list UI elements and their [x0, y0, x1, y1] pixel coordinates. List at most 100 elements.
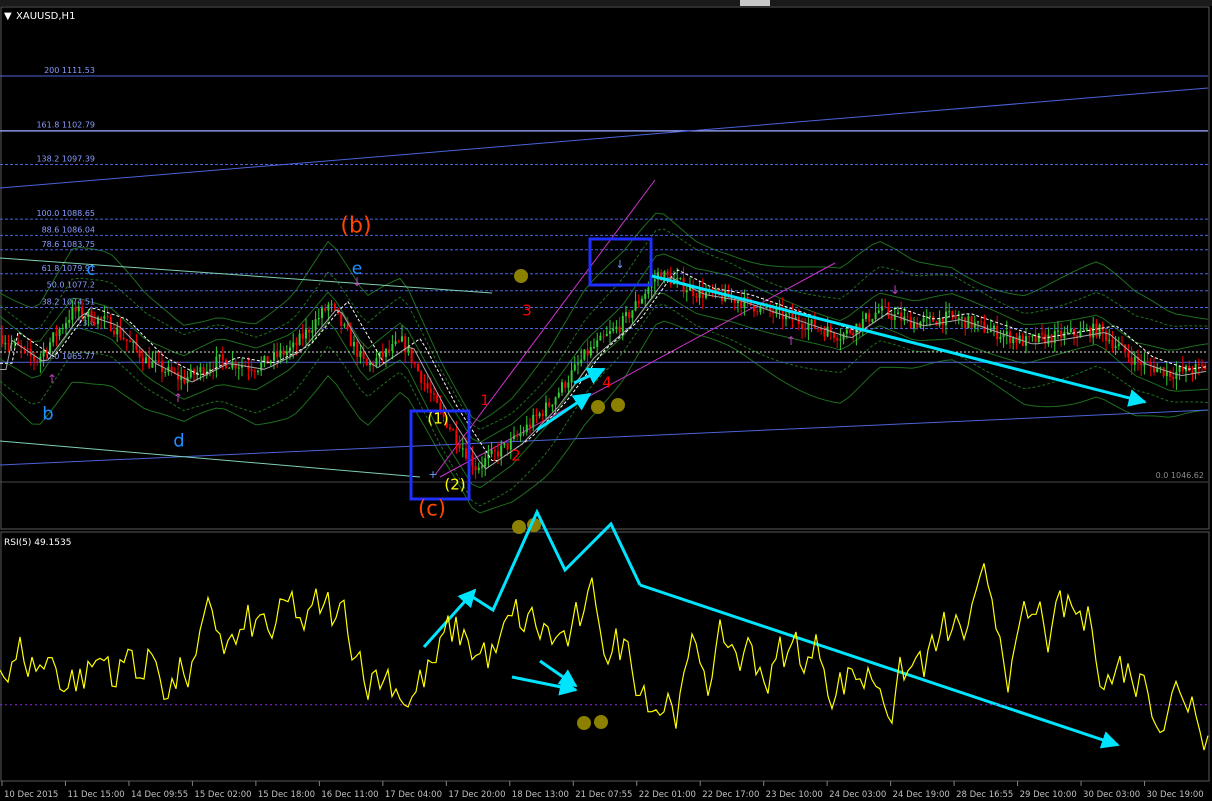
candle-body [813, 319, 816, 329]
x-tick-label: 11 Dec 15:00 [67, 790, 124, 800]
candle-body [977, 321, 979, 323]
candle-body [1, 335, 3, 345]
candle-body [276, 352, 279, 358]
candle-body [340, 313, 343, 326]
x-tick-label: 15 Dec 02:00 [194, 790, 251, 800]
candle-body [385, 349, 387, 357]
scroll-thumb[interactable] [740, 0, 770, 6]
candle-body [301, 333, 304, 339]
candle-body [269, 360, 272, 364]
candle-body [871, 319, 874, 322]
candle-body [868, 313, 871, 322]
wave-label: b [42, 403, 53, 424]
candle-body [314, 319, 317, 331]
fib-label: 161.8 1102.79 [36, 121, 95, 130]
candle-body [503, 443, 506, 446]
candle-body [189, 369, 192, 378]
candle-body [621, 316, 624, 333]
candle-body [1009, 331, 1011, 344]
candle-body [426, 383, 429, 389]
fib-label: 100.0 1088.65 [36, 209, 95, 218]
candle-body [948, 311, 951, 313]
candle-body [109, 316, 112, 331]
candle-body [1025, 336, 1027, 346]
candle-body [375, 358, 378, 366]
candle-body [545, 402, 547, 417]
candle-body [1089, 328, 1091, 338]
candle-body [465, 448, 467, 459]
candle-body [577, 363, 579, 365]
candle-body [103, 316, 106, 320]
candle-body [970, 316, 973, 328]
candle-body [157, 360, 160, 362]
candle-body [74, 306, 77, 312]
candle-body [125, 339, 128, 341]
candle-body [964, 317, 967, 329]
candle-body [116, 327, 119, 335]
olive-marker [611, 398, 625, 412]
candle-body [698, 288, 701, 298]
fib-label: 0.0 1046.62 [1156, 471, 1204, 480]
candle-body [397, 341, 400, 343]
candle-body [884, 306, 887, 308]
candle-body [253, 371, 256, 373]
candle-body [615, 326, 618, 329]
candle-body [330, 303, 333, 305]
candle-body [84, 317, 87, 319]
candle-body [410, 347, 413, 363]
fib-label: 88.6 1086.04 [42, 225, 95, 234]
fib-label: 38.2 1074.51 [42, 298, 95, 307]
x-tick-label: 24 Dec 03:00 [829, 790, 886, 800]
candle-body [497, 451, 499, 457]
candle-body [1092, 323, 1095, 338]
candle-body [602, 335, 605, 337]
x-tick-label: 15 Dec 18:00 [258, 790, 315, 800]
buy-signal-arrow: ↑ [47, 372, 57, 386]
candle-body [77, 306, 80, 312]
candle-body [580, 359, 583, 364]
candle-body [305, 329, 307, 339]
candle-body [839, 339, 842, 341]
candle-body [61, 327, 64, 330]
candle-body [404, 336, 407, 353]
candle-body [1127, 352, 1130, 358]
x-tick-label: 23 Dec 10:00 [766, 790, 823, 800]
candle-body [391, 343, 394, 352]
candle-body [637, 301, 640, 304]
candle-body [257, 370, 259, 372]
candle-body [321, 308, 323, 319]
candle-body [500, 445, 503, 457]
candle-body [138, 349, 141, 358]
candle-body [141, 357, 144, 364]
candle-body [474, 466, 477, 471]
candle-body [353, 342, 355, 347]
candle-body [999, 336, 1002, 339]
candle-body [532, 414, 535, 428]
candle-body [513, 435, 515, 439]
trading-chart[interactable]: ▼ XAUUSD,H1 RSI(5) 49.1535 200 1111.53 16… [0, 0, 1212, 801]
candle-body [941, 318, 944, 326]
candle-body [881, 306, 883, 311]
candle-body [381, 352, 384, 357]
top-scrollbar[interactable] [0, 0, 1212, 6]
candle-body [945, 311, 947, 326]
candle-body [285, 351, 288, 356]
candle-body [346, 324, 349, 330]
candle-body [477, 467, 480, 471]
candle-body [1191, 371, 1194, 374]
wave-label: d [173, 430, 184, 451]
candle-body [890, 315, 893, 321]
candle-body [993, 325, 995, 330]
candle-body [490, 449, 493, 455]
chart-title-arrow[interactable]: ▼ [4, 11, 12, 22]
candle-body [401, 336, 403, 342]
candle-body [570, 370, 573, 383]
wave-label: (c) [418, 496, 446, 520]
candle-body [452, 429, 455, 431]
candle-body [906, 316, 909, 318]
candle-body [1098, 324, 1101, 337]
x-tick-label: 16 Dec 11:00 [321, 790, 378, 800]
candle-body [641, 298, 643, 304]
candle-body [586, 349, 589, 356]
candle-body [164, 371, 167, 373]
